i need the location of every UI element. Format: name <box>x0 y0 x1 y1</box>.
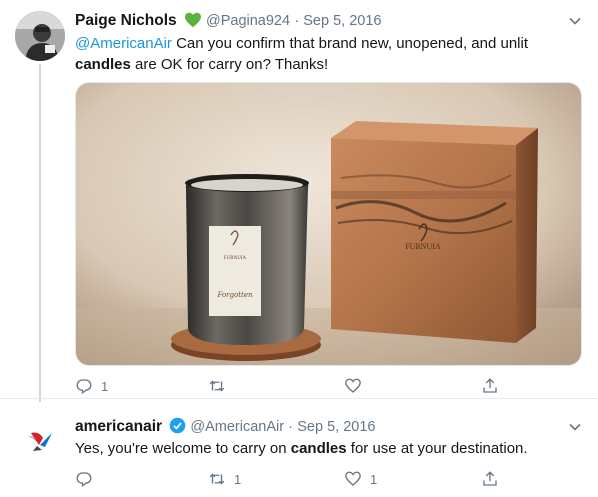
tweet-text-part: Can you confirm that brand new, unopened… <box>171 35 528 52</box>
american-airlines-logo-icon <box>15 414 65 464</box>
tweet-text-part: for use at your destination. <box>346 440 528 457</box>
tweet-date[interactable]: Sep 5, 2016 <box>303 13 381 29</box>
user-photo-icon <box>15 11 65 61</box>
tweet-text-part: are OK for carry on? Thanks! <box>130 56 329 73</box>
verified-badge-icon <box>169 417 186 440</box>
tweet-text: Yes, you're welcome to carry on candles … <box>75 438 585 459</box>
share-button[interactable] <box>481 376 499 396</box>
reply-count: 1 <box>101 378 109 394</box>
user-handle[interactable]: @Pagina924 <box>206 13 290 29</box>
display-name[interactable]: americanair <box>75 418 162 435</box>
retweet-button[interactable] <box>208 376 234 396</box>
candle-label-brand: FURNUIA <box>224 256 247 261</box>
retweet-icon <box>209 380 225 392</box>
tweet-actions: 1 1 <box>75 469 505 489</box>
share-button[interactable] <box>481 469 499 489</box>
tweet-header: americanair @AmericanAir · Sep 5, 2016 <box>75 417 375 440</box>
retweet-icon <box>209 473 225 485</box>
highlighted-keyword: candles <box>75 56 131 73</box>
like-button[interactable]: 1 <box>344 469 377 489</box>
candle-label-script: Forgotten <box>216 291 252 299</box>
separator-dot: · <box>288 419 294 435</box>
thread-connector-line <box>39 64 41 402</box>
retweet-button[interactable]: 1 <box>208 469 241 489</box>
tweet-text-part: Yes, you're welcome to carry on <box>75 440 291 457</box>
reply-button[interactable] <box>75 469 101 489</box>
reply-button[interactable]: 1 <box>75 376 108 396</box>
share-icon <box>483 378 497 393</box>
box-brand-text: FURNUIA <box>405 242 441 251</box>
display-name[interactable]: Paige Nichols <box>75 12 177 29</box>
tweet-actions: 1 <box>75 376 505 396</box>
highlighted-keyword: candles <box>290 440 347 457</box>
separator-dot: · <box>294 13 300 29</box>
tweet-paige-nichols[interactable]: Paige Nichols @Pagina924 · Sep 5, 2016 @… <box>0 0 598 402</box>
share-icon <box>483 471 497 486</box>
user-handle[interactable]: @AmericanAir <box>190 419 284 435</box>
avatar-paige-nichols[interactable] <box>15 11 65 61</box>
green-heart-icon <box>184 12 202 34</box>
like-button[interactable] <box>344 376 370 396</box>
tweet-header: Paige Nichols @Pagina924 · Sep 5, 2016 <box>75 11 381 34</box>
like-count: 1 <box>370 471 378 487</box>
retweet-count: 1 <box>234 471 242 487</box>
heart-icon <box>345 471 361 486</box>
avatar-americanair[interactable] <box>15 414 65 464</box>
candle-photo-image: FURNUIA FURNUIA Forgotten <box>76 83 581 365</box>
attached-photo[interactable]: FURNUIA FURNUIA Forgotten <box>75 82 582 366</box>
chevron-down-icon[interactable] <box>568 14 582 28</box>
heart-icon <box>345 378 361 393</box>
reply-icon <box>76 472 92 488</box>
tweet-date[interactable]: Sep 5, 2016 <box>297 419 375 435</box>
reply-icon <box>76 379 92 395</box>
mention-link[interactable]: @AmericanAir <box>75 35 172 52</box>
tweet-text: @AmericanAir Can you confirm that brand … <box>75 33 575 75</box>
chevron-down-icon[interactable] <box>568 420 582 434</box>
